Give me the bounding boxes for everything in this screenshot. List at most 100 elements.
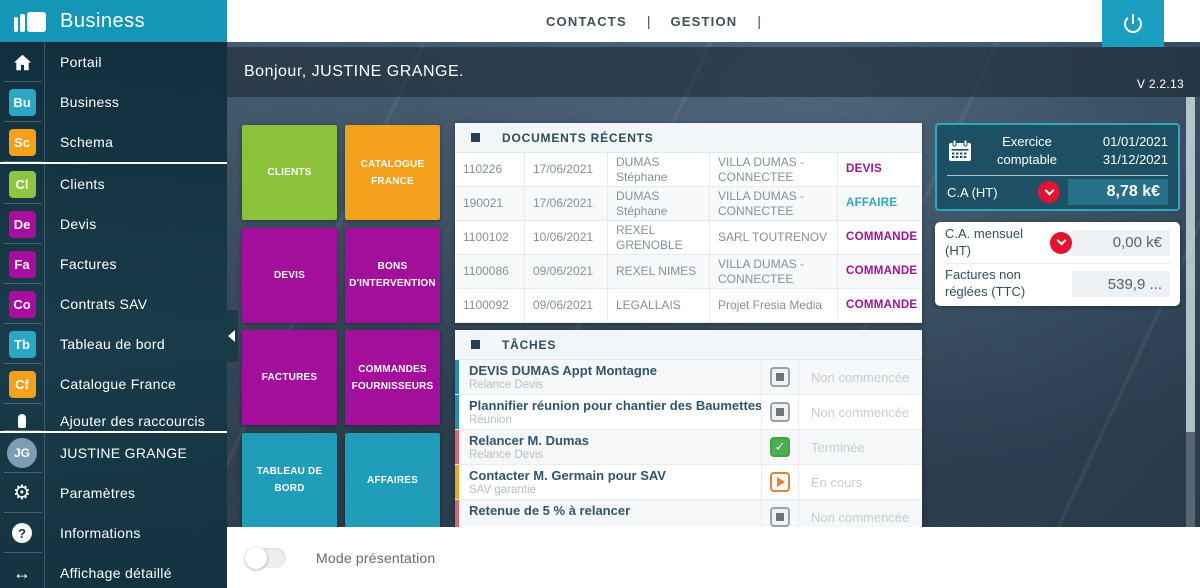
sidebar-collapse-handle[interactable] — [227, 310, 238, 362]
sidebar-item-user[interactable]: JG JUSTINE GRANGE — [0, 433, 227, 473]
doc-date: 10/06/2021 — [525, 221, 608, 255]
sidebar-item-ajouter-raccourcis[interactable]: Ajouter des raccourcis — [0, 404, 227, 431]
nav-gestion[interactable]: GESTION — [670, 14, 737, 29]
documents-table: 110226 17/06/2021 DUMAS Stéphane VILLA D… — [455, 153, 922, 323]
recent-documents-header: DOCUMENTS RÉCENTS — [455, 123, 922, 153]
doc-party: DUMAS Stéphane — [608, 187, 710, 221]
recent-documents-title: DOCUMENTS RÉCENTS — [502, 131, 654, 145]
task-subtitle: Réunion — [469, 414, 761, 426]
doc-id[interactable]: 1100092 — [455, 289, 525, 323]
presentation-mode-toggle[interactable] — [246, 548, 286, 568]
doc-label: VILLA DUMAS - CONNECTEE — [710, 153, 838, 187]
sidebar-item-informations[interactable]: ? Informations — [0, 513, 227, 553]
devis-badge-icon: De — [9, 211, 36, 238]
doc-type: COMMANDE — [838, 289, 922, 323]
task-row[interactable]: Retenue de 5 % à relancer Non commencée — [455, 500, 922, 527]
doc-type: COMMANDE — [838, 255, 922, 289]
scrollbar-thumb[interactable] — [1186, 97, 1195, 432]
doc-party: REXEL NIMES — [608, 255, 710, 289]
task-status: Non commencée — [799, 395, 922, 429]
tasks-title: TÂCHES — [502, 338, 556, 352]
calendar-icon — [947, 139, 973, 163]
tile-tableau-de-bord[interactable]: TABLEAU DE BORD — [242, 433, 337, 528]
status-done-icon[interactable]: ✓ — [770, 437, 790, 457]
brand-icon — [14, 10, 46, 32]
doc-type: COMMANDE — [838, 221, 922, 255]
chevron-down-icon — [1056, 236, 1066, 246]
doc-type: DEVIS — [838, 153, 922, 187]
tile-catalogue-france[interactable]: CATALOGUE FRANCE — [345, 125, 440, 220]
tile-affaires[interactable]: AFFAIRES — [345, 433, 440, 528]
avatar: JG — [7, 438, 37, 468]
sidebar-item-contrats-sav[interactable]: Co Contrats SAV — [0, 284, 227, 324]
unpaid-invoices-row: Factures non réglées (TTC) 539,9 ... — [945, 263, 1170, 304]
fiscal-year-label: Exercice comptable — [979, 133, 1075, 168]
brand-name: Business — [60, 10, 145, 33]
clients-badge-icon: Cl — [9, 171, 36, 198]
ca-ht-value: 8,78 k€ — [1068, 179, 1168, 205]
vertical-scrollbar[interactable] — [1186, 97, 1195, 527]
status-not-started-icon[interactable] — [770, 402, 790, 422]
monthly-revenue-row: C.A. mensuel (HT) 0,00 k€ — [945, 222, 1170, 263]
fiscal-year-dates: 01/01/2021 31/12/2021 — [1075, 133, 1168, 168]
business-badge-icon: Bu — [9, 89, 36, 116]
sidebar-item-business[interactable]: Bu Business — [0, 82, 227, 122]
sidebar-item-parametres[interactable]: ⚙ Paramètres — [0, 473, 227, 513]
tile-factures[interactable]: FACTURES — [242, 330, 337, 425]
nav-separator: | — [757, 13, 761, 29]
doc-type: AFFAIRE — [838, 187, 922, 221]
task-row[interactable]: Plannifier réunion pour chantier des Bau… — [455, 395, 922, 430]
doc-date: 17/06/2021 — [525, 153, 608, 187]
nav-contacts[interactable]: CONTACTS — [546, 14, 627, 29]
tile-devis[interactable]: DEVIS — [242, 228, 337, 323]
task-subtitle: Relance Devis — [469, 449, 761, 461]
sidebar-item-catalogue-france[interactable]: Cf Catalogue France — [0, 364, 227, 404]
tasks-card: TÂCHES DEVIS DUMAS Appt Montagne Relance… — [455, 330, 922, 527]
task-row[interactable]: Contacter M. Germain pour SAV SAV garant… — [455, 465, 922, 500]
status-not-started-icon[interactable] — [770, 507, 790, 527]
sidebar-item-portail[interactable]: Portail — [0, 42, 227, 82]
tile-bons-intervention[interactable]: BONS D'INTERVENTION — [345, 228, 440, 323]
ca-expand-button[interactable] — [1038, 181, 1060, 203]
brand-logo[interactable]: Business — [0, 0, 227, 42]
home-icon — [13, 54, 32, 71]
doc-id[interactable]: 190021 — [455, 187, 525, 221]
tile-commandes-fournisseurs[interactable]: COMMANDES FOURNISSEURS — [345, 330, 440, 425]
fiscal-start-date: 01/01/2021 — [1075, 133, 1168, 151]
power-icon — [1121, 12, 1145, 36]
fiscal-end-date: 31/12/2021 — [1075, 151, 1168, 169]
doc-label: Projet Fresia Media — [710, 289, 838, 323]
doc-label: SARL TOUTRENOV — [710, 221, 838, 255]
tile-clients[interactable]: CLIENTS — [242, 125, 337, 220]
status-in-progress-icon[interactable] — [770, 472, 790, 492]
sidebar-item-factures[interactable]: Fa Factures — [0, 244, 227, 284]
doc-id[interactable]: 110226 — [455, 153, 525, 187]
logout-power-button[interactable] — [1102, 0, 1164, 47]
presentation-mode-label: Mode présentation — [316, 550, 435, 566]
doc-id[interactable]: 1100102 — [455, 221, 525, 255]
doc-date: 17/06/2021 — [525, 187, 608, 221]
sidebar-item-tableau-de-bord[interactable]: Tb Tableau de bord — [0, 324, 227, 364]
monthly-expand-button[interactable] — [1050, 232, 1072, 254]
task-row[interactable]: Relancer M. Dumas Relance Devis ✓ Termin… — [455, 430, 922, 465]
schema-badge-icon: Sc — [9, 129, 36, 156]
doc-label: VILLA DUMAS - CONNECTEE — [710, 187, 838, 221]
task-row[interactable]: DEVIS DUMAS Appt Montagne Relance Devis … — [455, 360, 922, 395]
unpaid-invoices-label: Factures non réglées (TTC) — [945, 267, 1049, 301]
status-not-started-icon[interactable] — [770, 367, 790, 387]
task-title: Retenue de 5 % à relancer — [469, 503, 761, 518]
sidebar-item-devis[interactable]: De Devis — [0, 204, 227, 244]
sidebar-item-clients[interactable]: Cl Clients — [0, 164, 227, 204]
tasks-header: TÂCHES — [455, 330, 922, 360]
greeting-bar: Bonjour, JUSTINE GRANGE. V 2.2.13 — [227, 47, 1200, 97]
sidebar-item-schema[interactable]: Sc Schema — [0, 122, 227, 162]
greeting-text: Bonjour, JUSTINE GRANGE. — [227, 63, 464, 81]
monthly-revenue-value: 0,00 k€ — [1072, 230, 1170, 256]
task-status: Non commencée — [799, 360, 922, 394]
chevron-left-icon — [228, 330, 235, 342]
section-square-icon — [471, 133, 480, 142]
chevron-down-icon — [1044, 185, 1054, 195]
doc-id[interactable]: 1100086 — [455, 255, 525, 289]
kpi-card: C.A. mensuel (HT) 0,00 k€ Factures non r… — [935, 222, 1180, 306]
sidebar-item-affichage-detaille[interactable]: ↔ Affichage détaillé — [0, 553, 227, 588]
